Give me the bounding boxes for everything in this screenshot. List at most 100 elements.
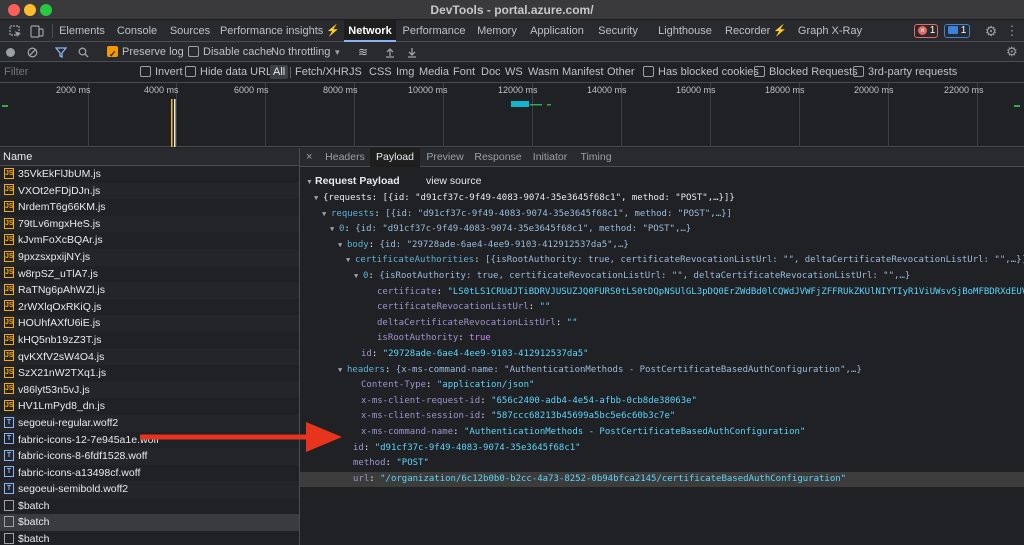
filter-input[interactable] — [0, 62, 132, 82]
type-filter-media[interactable]: Media — [419, 62, 449, 82]
payload-tree-node[interactable]: x-ms-client-session-id: "587ccc68213b456… — [300, 409, 1024, 425]
request-row[interactable]: JS RaTNg6pAhWZl.js — [0, 282, 299, 299]
device-toolbar-icon[interactable] — [28, 20, 46, 42]
tab-application[interactable]: Application — [524, 20, 590, 42]
payload-tree-node[interactable]: x-ms-client-request-id: "656c2400-adb4-4… — [300, 394, 1024, 410]
tab-lighthouse[interactable]: Lighthouse — [652, 20, 718, 42]
request-row[interactable]: $batch — [0, 514, 299, 532]
type-filter-manifest[interactable]: Manifest — [562, 62, 604, 82]
network-conditions-icon[interactable]: ≋ — [358, 42, 374, 62]
column-header-name[interactable]: Name — [0, 148, 299, 166]
request-row[interactable]: JS qvKXfV2sW4O4.js — [0, 348, 299, 366]
tab-network[interactable]: Network — [344, 20, 396, 42]
network-settings-gear-icon[interactable]: ⚙ — [1006, 42, 1020, 62]
tab-recorder[interactable]: Recorder ⚡ — [720, 20, 792, 42]
third-party-requests-checkbox[interactable]: 3rd-party requests — [853, 62, 957, 82]
type-filter-doc[interactable]: Doc — [481, 62, 501, 82]
payload-tree-node[interactable]: id: "29728ade-6ae4-4ee9-9103-412912537da… — [300, 347, 1024, 363]
inspect-element-icon[interactable] — [6, 20, 24, 42]
tab-performance[interactable]: Performance — [398, 20, 470, 42]
payload-tree-node[interactable]: ▼ 0: {isRootAuthority: true, certificateR… — [300, 269, 1024, 285]
tab-initiator[interactable]: Initiator — [528, 148, 572, 167]
error-count-badge[interactable]: × 1 — [914, 24, 938, 38]
payload-tree-node[interactable]: certificate: "LS0tLS1CRUdJTiBDRVJUSUZJQ0… — [300, 285, 1024, 301]
request-row[interactable]: JS NrdemT6g66KM.js — [0, 199, 299, 216]
hide-data-urls-checkbox[interactable]: Hide data URLs — [185, 62, 278, 82]
payload-tree-node[interactable]: ▼ headers: {x-ms-command-name: "Authentic… — [300, 363, 1024, 379]
clear-icon[interactable] — [27, 42, 39, 62]
type-filter-ws[interactable]: WS — [505, 62, 523, 82]
has-blocked-cookies-checkbox[interactable]: Has blocked cookies — [643, 62, 759, 82]
type-filter-fetch-xhr[interactable]: Fetch/XHR — [295, 62, 349, 82]
request-payload-section[interactable]: ▼ Request Payload — [306, 174, 400, 188]
tab-memory[interactable]: Memory — [472, 20, 522, 42]
request-row[interactable]: JS v86lyt53n5vJ.js — [0, 381, 299, 399]
gear-icon[interactable]: ⚙ — [982, 20, 1000, 42]
payload-tree-node[interactable]: certificateRevocationListUrl: "" — [300, 300, 1024, 316]
payload-tree-node[interactable]: Content-Type: "application/json" — [300, 378, 1024, 394]
type-filter-wasm[interactable]: Wasm — [528, 62, 559, 82]
payload-tree-node[interactable]: ▼ body: {id: "29728ade-6ae4-4ee9-9103-412… — [300, 238, 1024, 254]
request-row[interactable]: JS 79tLv6mgxHeS.js — [0, 215, 299, 233]
tab-elements[interactable]: Elements — [54, 20, 110, 42]
tab-graph-x-ray[interactable]: Graph X-Ray — [796, 20, 864, 42]
tab-payload[interactable]: Payload — [370, 148, 420, 167]
request-row[interactable]: Tsegoeui-semibold.woff2 — [0, 481, 299, 498]
search-icon[interactable] — [78, 42, 90, 62]
export-har-icon[interactable] — [407, 42, 419, 62]
request-row[interactable]: JS kHQ5nb19zZ3T.js — [0, 332, 299, 349]
request-row[interactable]: JS VXOt2eFDjDJn.js — [0, 182, 299, 200]
request-row[interactable]: $batch — [0, 498, 299, 515]
disable-cache-checkbox[interactable]: Disable cache — [188, 42, 272, 62]
type-filter-img[interactable]: Img — [396, 62, 414, 82]
type-filter-js[interactable]: JS — [349, 62, 362, 82]
type-filter-font[interactable]: Font — [453, 62, 475, 82]
payload-tree-node[interactable]: method: "POST" — [300, 456, 1024, 472]
request-row[interactable]: JS 2rWXlqOxRKiQ.js — [0, 299, 299, 316]
request-row[interactable]: Tfabric-icons-a13498cf.woff — [0, 465, 299, 482]
blocked-requests-checkbox[interactable]: Blocked Requests — [754, 62, 858, 82]
payload-tree-node[interactable]: deltaCertificateRevocationListUrl: "" — [300, 316, 1024, 332]
record-button[interactable] — [5, 42, 17, 62]
tab-performance-insights[interactable]: Performance insights ⚡ — [218, 20, 342, 42]
payload-tree-node[interactable]: ▼ {requests: [{id: "d91cf37c-9f49-4083-90… — [300, 191, 1024, 207]
tab-sources[interactable]: Sources — [164, 20, 216, 42]
payload-tree-node[interactable]: url: "/organization/6c12b0b0-b2cc-4a73-8… — [300, 471, 1024, 488]
request-row[interactable]: JS w8rpSZ_uTlA7.js — [0, 266, 299, 283]
close-details-icon[interactable]: × — [306, 148, 312, 167]
tab-console[interactable]: Console — [112, 20, 162, 42]
tab-preview[interactable]: Preview — [422, 148, 468, 167]
tab-response[interactable]: Response — [472, 148, 524, 167]
tab-headers[interactable]: Headers — [322, 148, 368, 167]
request-row[interactable]: $batch — [0, 531, 299, 545]
request-row[interactable]: JS 35VkEkFlJbUM.js — [0, 166, 299, 183]
filter-icon[interactable] — [54, 42, 68, 62]
request-row[interactable]: JS HOUhfAXfU6iE.js — [0, 315, 299, 332]
payload-tree-node[interactable]: ▼ certificateAuthorities: [{isRootAuthori… — [300, 253, 1024, 269]
type-filter-all[interactable]: All — [270, 65, 289, 79]
request-row[interactable]: JS HV1LmPyd8_dn.js — [0, 398, 299, 415]
request-row[interactable]: JS kJvmFoXcBQAr.js — [0, 232, 299, 249]
request-row[interactable]: JS 9pxzsxpxijNY.js — [0, 248, 299, 266]
request-row[interactable]: JS SzX21nW2TXq1.js — [0, 365, 299, 382]
request-row[interactable]: Tsegoeui-regular.woff2 — [0, 414, 299, 432]
request-row[interactable]: Tfabric-icons-12-7e945a1e.woff — [0, 432, 299, 449]
payload-tree-node[interactable]: ▼ requests: [{id: "d91cf37c-9f49-4083-907… — [300, 207, 1024, 223]
network-overview-timeline[interactable]: 2000 ms 4000 ms 6000 ms 8000 ms 10000 ms… — [0, 83, 1024, 147]
throttling-select[interactable]: No throttling ▼ — [271, 42, 341, 62]
type-filter-css[interactable]: CSS — [369, 62, 392, 82]
preserve-log-checkbox[interactable]: Preserve log — [107, 42, 184, 64]
type-filter-other[interactable]: Other — [607, 62, 635, 82]
import-har-icon[interactable] — [385, 42, 397, 62]
tab-security[interactable]: Security — [592, 20, 644, 42]
payload-tree-node[interactable]: isRootAuthority: true — [300, 331, 1024, 347]
invert-checkbox[interactable]: Invert — [140, 62, 183, 82]
more-options-icon[interactable]: ⋮ — [1004, 20, 1020, 42]
payload-tree-node[interactable]: id: "d91cf37c-9f49-4083-9074-35e3645f68c… — [300, 441, 1024, 457]
tab-timing[interactable]: Timing — [576, 148, 616, 167]
view-source-link[interactable]: view source — [426, 174, 481, 188]
message-count-badge[interactable]: 1 — [944, 24, 970, 38]
payload-tree-node[interactable]: x-ms-command-name: "AuthenticationMethod… — [300, 425, 1024, 441]
request-row[interactable]: Tfabric-icons-8-6fdf1528.woff — [0, 448, 299, 465]
payload-tree-node[interactable]: ▼ 0: {id: "d91cf37c-9f49-4083-9074-35e364… — [300, 222, 1024, 238]
